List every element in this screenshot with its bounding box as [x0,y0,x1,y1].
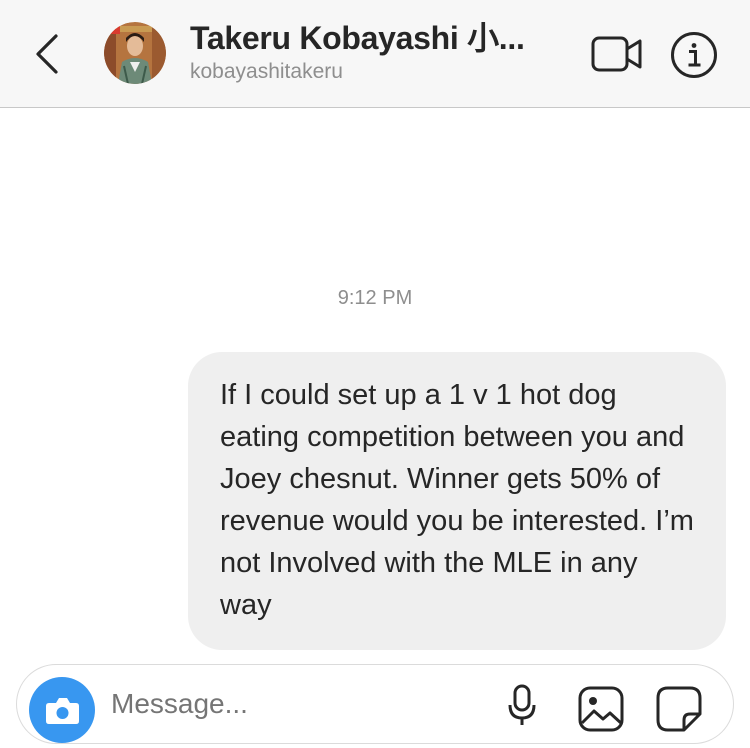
contact-title[interactable]: Takeru Kobayashi 小... kobayashitakeru [190,18,560,86]
message-input[interactable] [109,683,413,725]
back-button[interactable] [30,32,66,76]
chevron-left-icon [36,34,58,74]
contact-username: kobayashitakeru [190,60,343,83]
microphone-icon [508,684,536,725]
video-camera-icon [591,36,642,72]
voice-message-button[interactable] [507,683,537,727]
message-composer [16,664,734,744]
avatar-image [104,22,166,84]
info-button[interactable] [670,31,718,79]
camera-icon [46,698,79,724]
sticker-button[interactable] [655,685,703,733]
gallery-button[interactable] [577,685,625,733]
photo-gallery-icon [578,686,624,732]
contact-name: Takeru Kobayashi 小... [190,20,525,56]
info-icon [671,32,717,78]
message-timestamp: 9:12 PM [337,287,413,309]
sticker-icon [656,686,702,732]
camera-button[interactable] [29,677,95,743]
video-call-button[interactable] [590,34,644,74]
message-text: If I could set up a 1 v 1 hot dog eating… [220,379,694,621]
avatar[interactable] [104,22,166,84]
sent-message-bubble[interactable]: If I could set up a 1 v 1 hot dog eating… [188,352,726,650]
chat-header: Takeru Kobayashi 小... kobayashitakeru [0,0,750,108]
